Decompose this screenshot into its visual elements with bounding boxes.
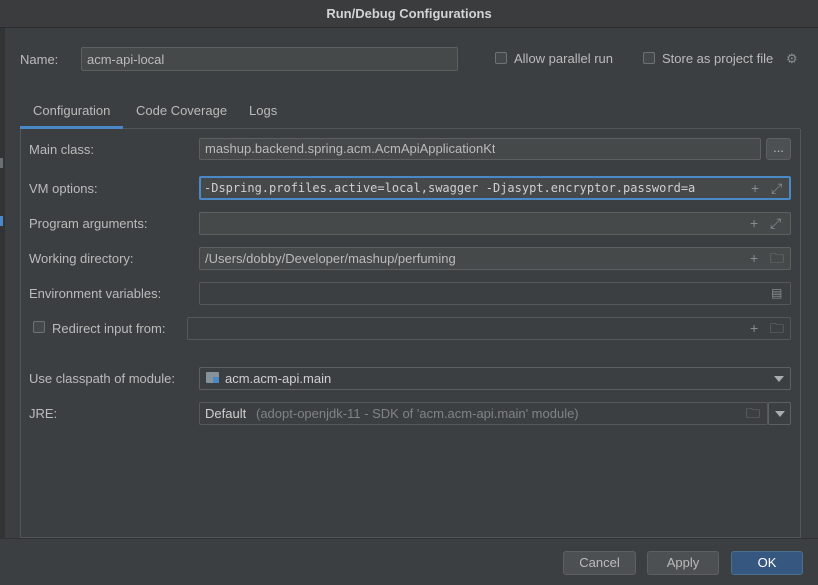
classpath-module-value: acm.acm-api.main bbox=[225, 371, 332, 386]
name-field-value: acm-api-local bbox=[87, 52, 165, 67]
jre-value: Default bbox=[205, 406, 247, 421]
classpath-module-label: Use classpath of module: bbox=[29, 371, 175, 386]
program-arguments-label: Program arguments: bbox=[29, 216, 148, 231]
expand-icon[interactable]: ⤢ bbox=[771, 181, 782, 195]
add-icon[interactable]: + bbox=[750, 251, 758, 265]
environment-variables-field[interactable]: ▤ bbox=[199, 282, 791, 305]
ok-button[interactable]: OK bbox=[731, 551, 803, 575]
apply-button[interactable]: Apply bbox=[647, 551, 719, 575]
jre-dropdown-button[interactable] bbox=[768, 402, 791, 425]
working-directory-label: Working directory: bbox=[29, 251, 134, 266]
left-tree-edge bbox=[0, 28, 5, 538]
name-field[interactable]: acm-api-local bbox=[81, 47, 458, 71]
main-class-label: Main class: bbox=[29, 142, 95, 157]
redirect-input-checkbox[interactable] bbox=[33, 321, 45, 333]
jre-field[interactable]: Default (adopt-openjdk-11 - SDK of 'acm.… bbox=[199, 402, 768, 425]
main-class-field[interactable]: mashup.backend.spring.acm.AcmApiApplicat… bbox=[199, 138, 761, 160]
module-icon-badge bbox=[213, 377, 219, 383]
tab-code-coverage[interactable]: Code Coverage bbox=[136, 103, 227, 118]
gear-icon[interactable]: ⚙ bbox=[786, 52, 798, 66]
working-directory-field[interactable]: /Users/dobby/Developer/mashup/perfuming … bbox=[199, 247, 791, 270]
redirect-input-field[interactable]: + 🗀 bbox=[187, 317, 791, 340]
expand-icon[interactable]: ⤢ bbox=[770, 216, 781, 230]
redirect-input-label: Redirect input from: bbox=[52, 321, 166, 336]
main-class-value: mashup.backend.spring.acm.AcmApiApplicat… bbox=[205, 141, 496, 156]
browse-main-class-button[interactable]: ... bbox=[766, 138, 791, 160]
jre-hint: (adopt-openjdk-11 - SDK of 'acm.acm-api.… bbox=[256, 406, 579, 421]
vm-options-field[interactable]: -Dspring.profiles.active=local,swagger -… bbox=[199, 176, 791, 200]
classpath-module-select[interactable]: acm.acm-api.main bbox=[199, 367, 791, 390]
chevron-down-icon[interactable] bbox=[774, 376, 784, 382]
store-project-file-label: Store as project file bbox=[662, 51, 774, 66]
vm-options-label: VM options: bbox=[29, 181, 98, 196]
vm-options-value: -Dspring.profiles.active=local,swagger -… bbox=[204, 181, 696, 195]
add-icon[interactable]: + bbox=[751, 181, 759, 195]
jre-label: JRE: bbox=[29, 406, 58, 421]
chevron-down-icon bbox=[775, 411, 785, 417]
document-icon[interactable]: ▤ bbox=[771, 286, 782, 300]
program-arguments-field[interactable]: + ⤢ bbox=[199, 212, 791, 235]
folder-icon[interactable]: 🗀 bbox=[770, 321, 784, 335]
add-icon[interactable]: + bbox=[750, 216, 758, 230]
window-title: Run/Debug Configurations bbox=[326, 6, 492, 21]
left-tree-marker bbox=[0, 158, 3, 168]
working-directory-value: /Users/dobby/Developer/mashup/perfuming bbox=[205, 251, 456, 266]
allow-parallel-checkbox[interactable] bbox=[495, 52, 507, 64]
allow-parallel-label: Allow parallel run bbox=[514, 51, 613, 66]
add-icon[interactable]: + bbox=[750, 321, 758, 335]
tab-logs[interactable]: Logs bbox=[249, 103, 277, 118]
environment-variables-label: Environment variables: bbox=[29, 286, 162, 301]
cancel-button[interactable]: Cancel bbox=[563, 551, 636, 575]
name-label: Name: bbox=[20, 52, 59, 67]
folder-icon[interactable]: 🗀 bbox=[770, 251, 784, 265]
left-tree-selection-marker bbox=[0, 216, 3, 226]
folder-icon[interactable]: 🗀 bbox=[746, 406, 760, 420]
store-project-file-checkbox[interactable] bbox=[643, 52, 655, 64]
tab-configuration[interactable]: Configuration bbox=[33, 103, 110, 118]
